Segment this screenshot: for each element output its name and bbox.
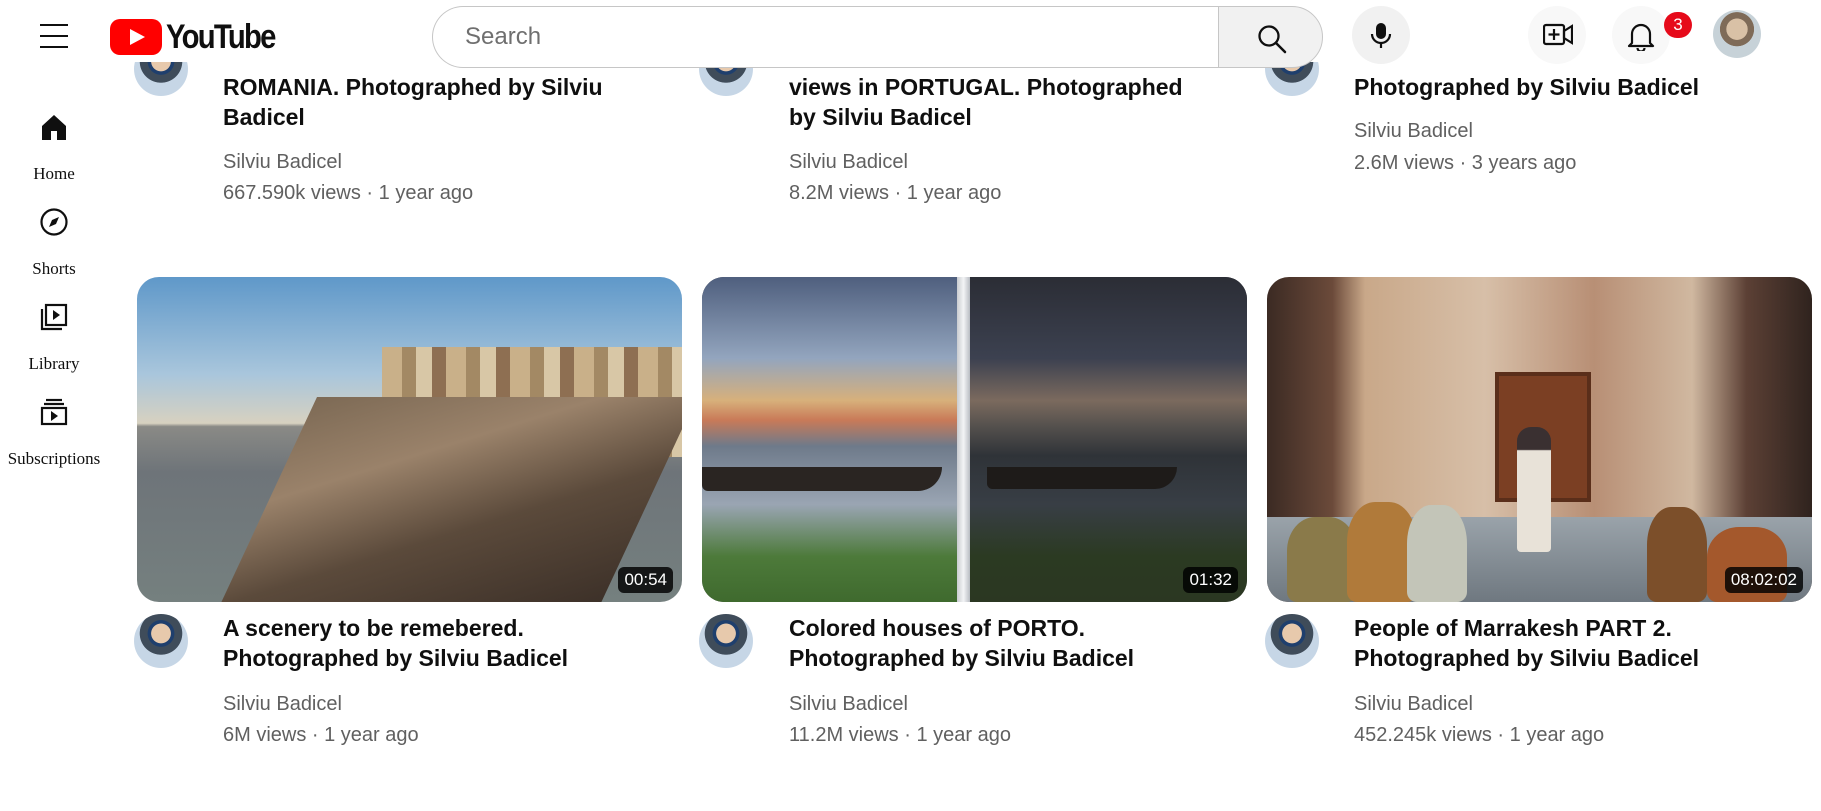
sidebar-item-label: Shorts	[32, 259, 76, 278]
channel-name[interactable]: Silviu Badicel	[223, 151, 342, 174]
video-title[interactable]: Colored houses of PORTO. Photographed by…	[789, 613, 1239, 673]
shorts-icon	[40, 208, 68, 236]
voice-search-button[interactable]	[1352, 6, 1410, 64]
channel-name[interactable]: Silviu Badicel	[223, 693, 342, 716]
channel-name[interactable]: Silviu Badicel	[789, 151, 908, 174]
video-thumbnail[interactable]: 08:02:02	[1267, 277, 1812, 602]
video-thumbnail[interactable]: 00:54	[137, 277, 682, 602]
video-meta: 11.2M views · 1 year ago	[789, 724, 1011, 746]
video-duration: 00:54	[618, 567, 673, 593]
mini-guide-sidebar: Home Shorts Library Subscriptions	[0, 62, 108, 811]
thumbnail-person	[1517, 427, 1551, 552]
search-bar	[432, 6, 1323, 68]
video-meta: 667.590k views · 1 year ago	[223, 182, 474, 204]
notifications-button[interactable]: 3	[1612, 6, 1692, 64]
sidebar-item-subscriptions[interactable]: Subscriptions	[0, 397, 108, 497]
thumbnail-boat	[987, 467, 1177, 489]
video-title[interactable]: views in PORTUGAL. Photographed by Silvi…	[789, 72, 1209, 132]
thumbnail-divider	[957, 277, 970, 602]
menu-icon[interactable]	[36, 22, 72, 50]
sidebar-item-home[interactable]: Home	[0, 112, 108, 212]
bell-icon	[1627, 23, 1655, 51]
thumbnail-boat	[702, 467, 942, 491]
logo-text: YouTube	[166, 17, 276, 56]
video-title[interactable]: People of Marrakesh PART 2. Photographed…	[1354, 613, 1804, 673]
create-video-icon	[1543, 23, 1573, 46]
top-bar: YouTube 3	[0, 0, 1821, 68]
thumbnail-spice-sack	[1647, 507, 1707, 602]
create-button[interactable]	[1528, 6, 1586, 64]
sidebar-item-label: Home	[33, 164, 75, 183]
channel-name[interactable]: Silviu Badicel	[1354, 120, 1473, 143]
notification-count-badge: 3	[1664, 12, 1692, 38]
search-icon	[1258, 25, 1287, 54]
subscriptions-icon	[40, 398, 68, 426]
search-button[interactable]	[1218, 6, 1323, 68]
video-meta: 2.6M views · 3 years ago	[1354, 152, 1577, 174]
search-input[interactable]	[432, 6, 1219, 68]
account-avatar[interactable]	[1713, 10, 1761, 58]
sidebar-item-label: Library	[28, 354, 80, 373]
library-icon	[40, 303, 68, 331]
youtube-play-icon	[110, 19, 162, 55]
video-title[interactable]: Photographed by Silviu Badicel	[1354, 72, 1774, 102]
thumbnail-left-panel	[702, 277, 957, 602]
channel-name[interactable]: Silviu Badicel	[789, 693, 908, 716]
channel-name[interactable]: Silviu Badicel	[1354, 693, 1473, 716]
channel-avatar[interactable]	[134, 614, 188, 668]
channel-avatar[interactable]	[699, 614, 753, 668]
channel-avatar[interactable]	[1265, 614, 1319, 668]
thumbnail-right-panel	[970, 277, 1247, 602]
sidebar-item-library[interactable]: Library	[0, 302, 108, 402]
video-title[interactable]: A scenery to be remebered. Photographed …	[223, 613, 673, 673]
sidebar-item-shorts[interactable]: Shorts	[0, 207, 108, 307]
sidebar-item-label: Subscriptions	[7, 449, 101, 468]
video-meta: 452.245k views · 1 year ago	[1354, 724, 1605, 746]
home-icon	[42, 115, 66, 140]
microphone-icon	[1370, 23, 1392, 48]
thumbnail-spice-sack	[1407, 505, 1467, 602]
video-meta: 8.2M views · 1 year ago	[789, 182, 1002, 204]
thumbnail-riverbank	[219, 397, 682, 602]
youtube-logo[interactable]: YouTube	[110, 17, 292, 57]
video-title[interactable]: ROMANIA. Photographed by Silviu Badicel	[223, 72, 643, 132]
video-thumbnail[interactable]: 01:32	[702, 277, 1247, 602]
video-meta: 6M views · 1 year ago	[223, 724, 419, 746]
video-duration: 08:02:02	[1724, 567, 1803, 593]
video-duration: 01:32	[1183, 567, 1238, 593]
